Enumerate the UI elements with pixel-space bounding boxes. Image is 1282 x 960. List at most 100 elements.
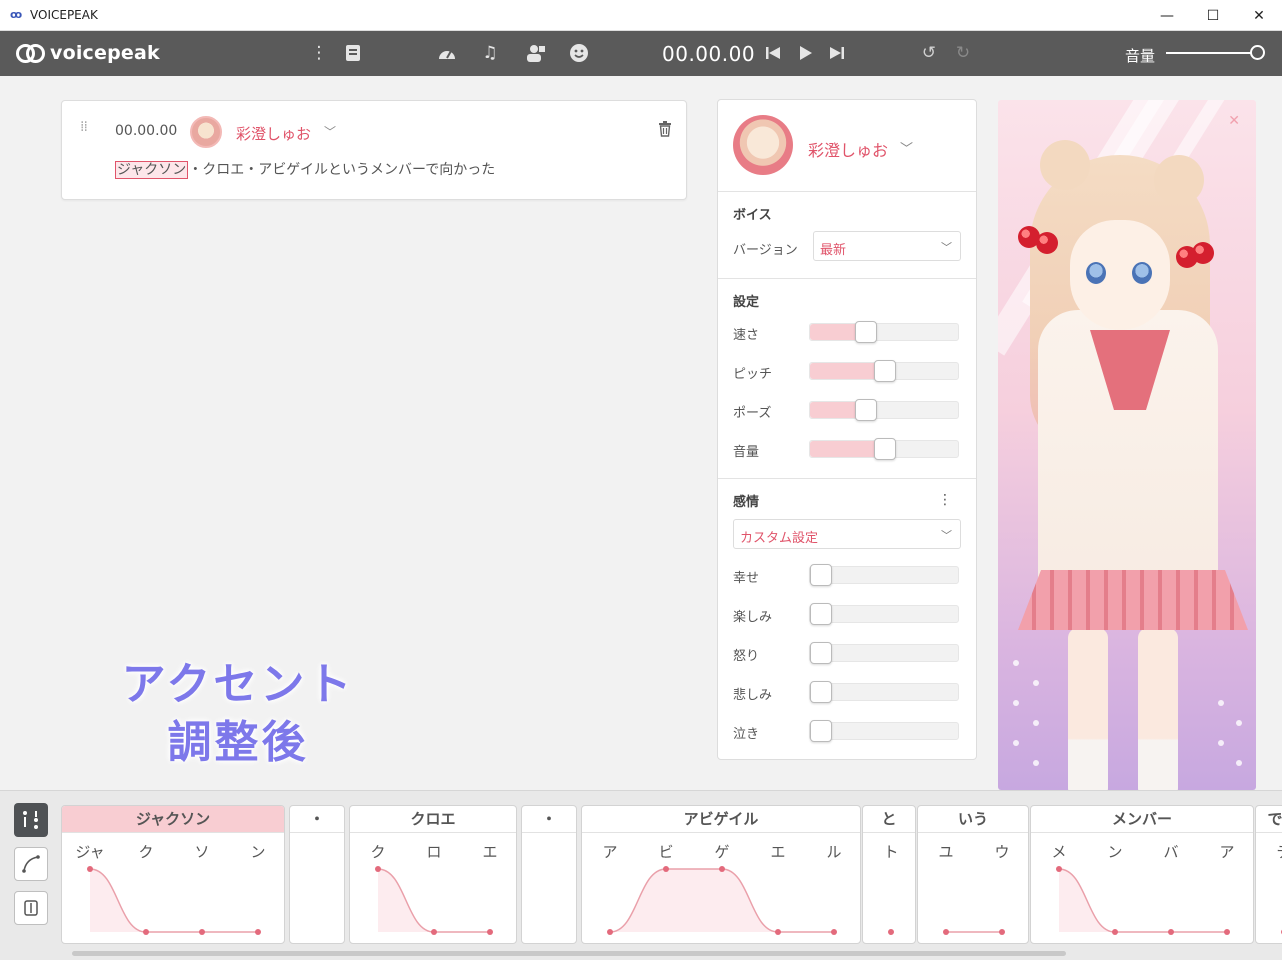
- emotion-preset-select[interactable]: カスタム設定 ﹀: [733, 519, 961, 549]
- emotion-slider-knob[interactable]: [810, 603, 832, 625]
- version-label: バージョン: [733, 243, 798, 258]
- voice-settings-panel: 彩澄しゅお ﹀ ボイス バージョン 最新 ﹀ 設定 速さ ピッチ ポーズ 音量 感情 …: [717, 99, 977, 760]
- emotion-label: 怒り: [733, 649, 760, 664]
- undo-icon[interactable]: ↺: [917, 41, 941, 65]
- character-avatar: [733, 115, 793, 175]
- pitch-point[interactable]: [255, 929, 261, 935]
- script-line-card[interactable]: ⁞⁞ 00.00.00 彩澄しゅお ﹀ ジャクソン ・クロエ・アビゲイルというメン…: [61, 100, 687, 200]
- redo-icon[interactable]: ↻: [951, 41, 975, 65]
- music-note-icon[interactable]: ♫: [478, 41, 502, 65]
- smile-icon[interactable]: [567, 41, 591, 65]
- panel-speaker-select[interactable]: 彩澄しゅお: [808, 137, 888, 161]
- emotion-slider-knob[interactable]: [810, 642, 832, 664]
- book-icon[interactable]: [341, 41, 365, 65]
- param-slider[interactable]: [809, 399, 959, 421]
- boundary-tool-icon[interactable]: [14, 891, 48, 925]
- chunk-label: ・: [522, 806, 576, 833]
- accent-phrase-chunk[interactable]: とト: [862, 805, 916, 944]
- maximize-button[interactable]: ☐: [1190, 0, 1236, 31]
- param-slider-knob[interactable]: [855, 321, 877, 343]
- skip-back-icon[interactable]: [761, 41, 785, 65]
- trash-icon[interactable]: [658, 121, 672, 141]
- pitch-point[interactable]: [999, 929, 1005, 935]
- accent-phrase-chunk[interactable]: アビゲイルアビゲエル: [581, 805, 861, 944]
- accent-phrase-chunk[interactable]: クロエクロエ: [349, 805, 517, 944]
- emotion-slider[interactable]: [809, 720, 959, 742]
- chevron-down-icon: ﹀: [941, 529, 952, 542]
- pitch-point[interactable]: [775, 929, 781, 935]
- pitch-curve[interactable]: [1031, 806, 1254, 944]
- emotion-slider[interactable]: [809, 564, 959, 586]
- param-label: 速さ: [733, 328, 760, 343]
- param-label: ポーズ: [733, 406, 772, 421]
- pitch-point[interactable]: [199, 929, 205, 935]
- pitch-curve[interactable]: [62, 806, 285, 944]
- pitch-curve[interactable]: [350, 806, 517, 944]
- param-slider[interactable]: [809, 438, 959, 460]
- param-slider-knob[interactable]: [874, 360, 896, 382]
- pitch-curve[interactable]: [863, 806, 916, 944]
- speedometer-icon[interactable]: [435, 41, 459, 65]
- close-icon[interactable]: ✕: [1228, 113, 1240, 129]
- speaker-select[interactable]: 彩澄しゅお: [236, 123, 311, 144]
- pitch-point[interactable]: [143, 929, 149, 935]
- emotion-slider-knob[interactable]: [810, 564, 832, 586]
- app-logo: voicepeak: [16, 42, 160, 64]
- accent-phrase-chunk[interactable]: ・: [289, 805, 345, 944]
- param-slider-knob[interactable]: [874, 438, 896, 460]
- accent-point-tool-icon[interactable]: [14, 803, 48, 837]
- pitch-point[interactable]: [375, 866, 381, 872]
- more-vertical-icon[interactable]: ⋮: [938, 492, 952, 508]
- emotion-slider[interactable]: [809, 681, 959, 703]
- volume-slider-knob[interactable]: [1250, 45, 1265, 60]
- volume-slider-track[interactable]: [1166, 52, 1258, 54]
- emotion-label: 泣き: [733, 727, 760, 742]
- emotion-slider[interactable]: [809, 642, 959, 664]
- emotion-label: 楽しみ: [733, 610, 773, 625]
- pitch-point[interactable]: [1224, 929, 1230, 935]
- more-vertical-icon[interactable]: ⋮: [307, 41, 331, 65]
- emotion-slider[interactable]: [809, 603, 959, 625]
- param-slider[interactable]: [809, 321, 959, 343]
- accent-phrase-chunk[interactable]: メンバーメンバア: [1030, 805, 1254, 944]
- pitch-point[interactable]: [1168, 929, 1174, 935]
- pitch-point[interactable]: [943, 929, 949, 935]
- pitch-curve[interactable]: [582, 806, 861, 944]
- pitch-point[interactable]: [831, 929, 837, 935]
- param-slider-knob[interactable]: [855, 399, 877, 421]
- logo-text: voicepeak: [50, 42, 160, 64]
- accent-phrase-chunk[interactable]: ・: [521, 805, 577, 944]
- curve-tool-icon[interactable]: [14, 847, 48, 881]
- person-settings-icon[interactable]: [524, 41, 548, 65]
- param-slider[interactable]: [809, 360, 959, 382]
- annotation-line-2: 調整後: [167, 717, 309, 768]
- pitch-point[interactable]: [663, 866, 669, 872]
- skip-forward-icon[interactable]: [825, 41, 849, 65]
- chevron-down-icon[interactable]: ﹀: [900, 138, 913, 157]
- pitch-point[interactable]: [1112, 929, 1118, 935]
- accent-phrase-chunk[interactable]: ジャクソン ジャクソン: [61, 805, 285, 944]
- pitch-point[interactable]: [607, 929, 613, 935]
- pitch-point[interactable]: [487, 929, 493, 935]
- pitch-point[interactable]: [719, 866, 725, 872]
- pitch-point[interactable]: [431, 929, 437, 935]
- line-text-input[interactable]: ジャクソン ・クロエ・アビゲイルというメンバーで向かった: [115, 159, 495, 179]
- character-portrait: ✕: [998, 100, 1256, 790]
- close-button[interactable]: ✕: [1236, 0, 1282, 31]
- pitch-point[interactable]: [1056, 866, 1062, 872]
- emotion-slider-knob[interactable]: [810, 681, 832, 703]
- pitch-curve[interactable]: [1256, 806, 1282, 944]
- accent-phrase-chunk[interactable]: でデ: [1255, 805, 1282, 944]
- pitch-curve[interactable]: [918, 806, 1029, 944]
- minimize-button[interactable]: —: [1144, 0, 1190, 31]
- play-icon[interactable]: [794, 41, 818, 65]
- version-select[interactable]: 最新 ﹀: [813, 231, 961, 261]
- divider: [718, 278, 976, 279]
- emotion-slider-knob[interactable]: [810, 720, 832, 742]
- accent-phrase-chunk[interactable]: いうユウ: [917, 805, 1029, 944]
- horizontal-scrollbar[interactable]: [72, 951, 1066, 956]
- chevron-down-icon[interactable]: ﹀: [324, 123, 336, 140]
- drag-handle-icon[interactable]: ⁞⁞: [80, 120, 88, 134]
- pitch-point[interactable]: [888, 929, 894, 935]
- pitch-point[interactable]: [87, 866, 93, 872]
